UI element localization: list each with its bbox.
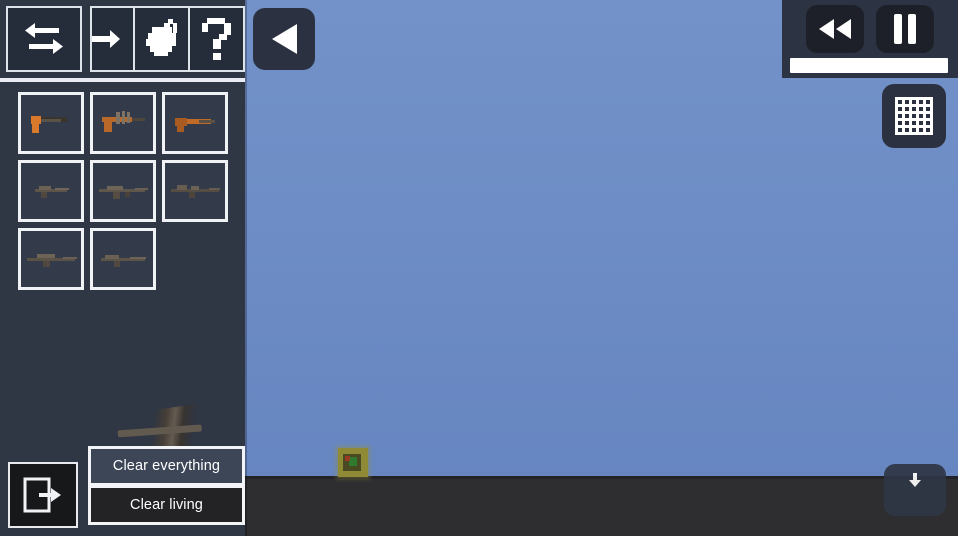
weapon-tile-smg[interactable] — [90, 92, 156, 154]
weapon-tile-assault-rifle[interactable] — [90, 160, 156, 222]
toolbar-divider — [0, 78, 245, 82]
download-icon — [909, 473, 921, 487]
exit-icon — [23, 477, 61, 513]
align-tool-button[interactable] — [90, 6, 136, 72]
assault-rifle-icon — [99, 186, 148, 199]
weapon-tile-shotgun[interactable] — [90, 228, 156, 290]
pause-button[interactable] — [876, 5, 934, 53]
clear-living-button[interactable]: Clear living — [91, 488, 242, 522]
crate-red-pixel — [345, 456, 350, 461]
sniper-rifle-icon — [27, 254, 77, 267]
playback-control-bar — [782, 0, 958, 78]
weapon-panel: Clear everything Clear living — [0, 0, 245, 536]
arrow-into-wall-icon — [92, 30, 120, 48]
sawn-off-icon — [175, 118, 215, 132]
crate-object[interactable] — [338, 448, 368, 477]
crate-green-pixel — [349, 457, 357, 466]
pistol-icon — [31, 116, 67, 133]
weapon-tile-battle-rifle[interactable] — [162, 160, 228, 222]
rewind-button[interactable] — [806, 5, 864, 53]
pause-icon — [894, 14, 916, 44]
swap-arrows-icon — [25, 23, 64, 54]
clear-button-group: Clear everything Clear living — [88, 446, 245, 525]
back-button[interactable] — [253, 8, 315, 70]
grid-icon — [895, 97, 933, 135]
play-left-triangle-icon — [272, 24, 297, 54]
weapon-tile-sniper-rifle[interactable] — [18, 228, 84, 290]
grid-button[interactable] — [882, 84, 946, 148]
shotgun-icon — [101, 255, 146, 267]
game-screen: Clear everything Clear living — [0, 0, 958, 536]
paint-bucket-icon — [145, 19, 177, 56]
weapon-tile-pistol[interactable] — [18, 92, 84, 154]
rewind-icon — [819, 19, 851, 39]
paint-tool-button[interactable] — [133, 6, 191, 72]
help-tool-button[interactable] — [188, 6, 245, 72]
machine-gun-icon — [35, 186, 69, 198]
question-mark-icon — [201, 18, 231, 60]
weapon-grid — [18, 92, 234, 290]
weapon-tile-machine-gun[interactable] — [18, 160, 84, 222]
speed-slider[interactable] — [790, 58, 948, 73]
swap-tool-button[interactable] — [6, 6, 83, 72]
smg-icon — [102, 111, 145, 132]
download-button[interactable] — [884, 464, 946, 516]
panel-toolbar — [0, 0, 245, 82]
battle-rifle-icon — [171, 185, 220, 198]
clear-everything-button[interactable]: Clear everything — [91, 449, 242, 483]
weapon-tile-sawn-off[interactable] — [162, 92, 228, 154]
exit-button[interactable] — [8, 462, 78, 528]
